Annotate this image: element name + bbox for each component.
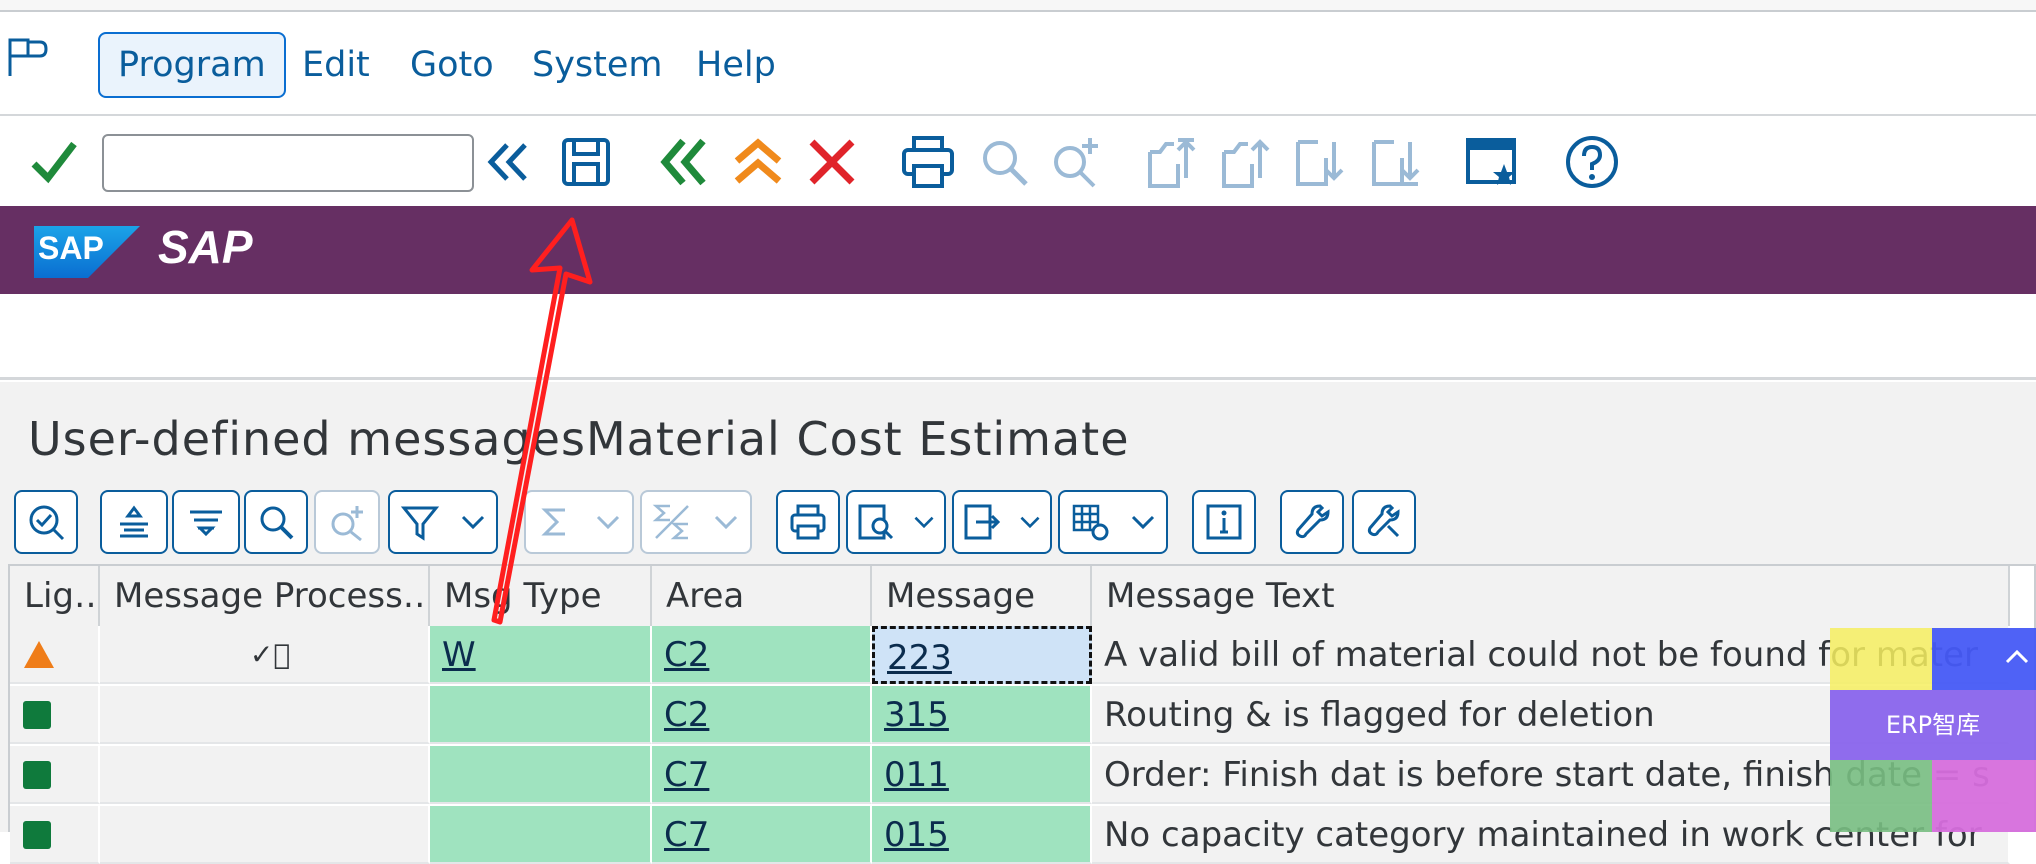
annotation-arrow [491,217,593,625]
